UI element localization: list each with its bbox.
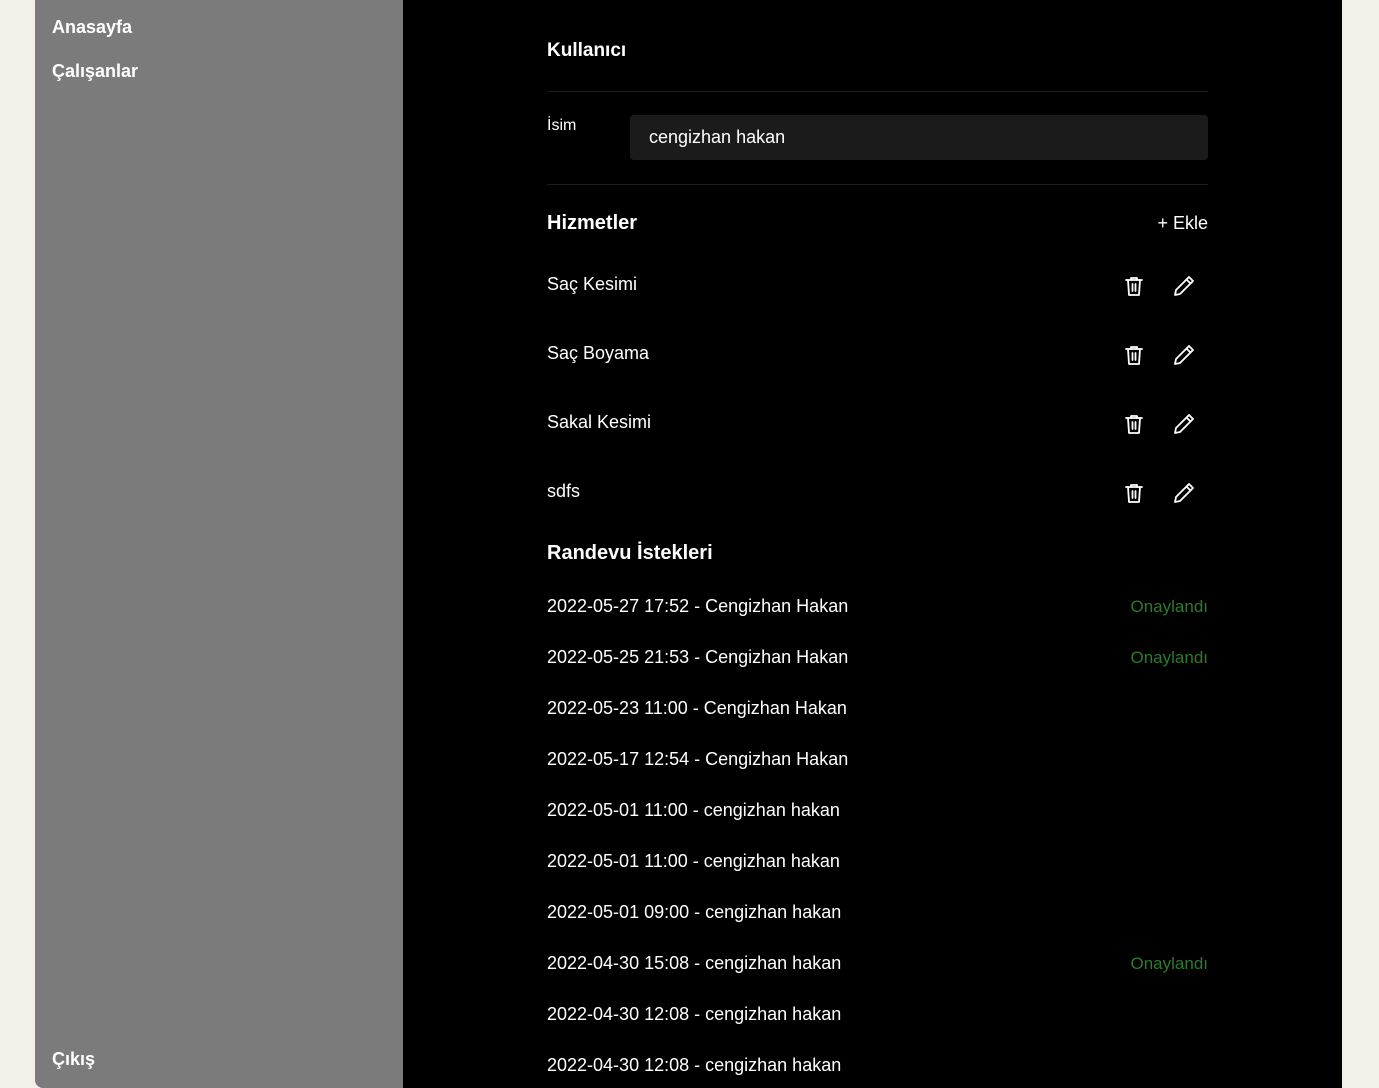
add-service-button[interactable]: + Ekle — [1157, 213, 1208, 234]
appointment-row[interactable]: 2022-05-27 17:52 - Cengizhan Hakan Onayla… — [547, 591, 1208, 621]
appointment-text: 2022-05-17 12:54 - Cengizhan Hakan — [547, 749, 849, 769]
appointment-text: 2022-05-01 11:00 - cengizhan hakan — [547, 851, 840, 871]
appointment-row[interactable]: 2022-04-30 15:08 - cengizhan hakan Onayla… — [547, 948, 1208, 978]
appointment-text: 2022-05-27 17:52 - Cengizhan Hakan — [547, 596, 849, 616]
name-field-label: İsim — [547, 117, 577, 134]
pencil-icon[interactable] — [1171, 272, 1197, 300]
trash-icon[interactable] — [1121, 341, 1147, 369]
status-badge: Onaylandı — [1130, 954, 1209, 973]
service-name: Saç Kesimi — [547, 274, 638, 294]
status-badge: Onaylandı — [1130, 648, 1209, 667]
trash-icon[interactable] — [1121, 479, 1147, 507]
service-row: Saç Kesimi — [547, 266, 1208, 306]
appointment-row[interactable]: 2022-05-25 21:53 - Cengizhan Hakan Onayla… — [547, 642, 1208, 672]
appointment-text: 2022-04-30 12:08 - cengizhan hakan — [547, 1055, 842, 1075]
service-name: Saç Boyama — [547, 343, 650, 363]
appointment-row[interactable]: 2022-04-30 12:08 - cengizhan hakan — [547, 999, 1208, 1029]
appointment-row[interactable]: 2022-05-01 11:00 - cengizhan hakan — [547, 846, 1208, 876]
name-input[interactable] — [630, 115, 1208, 160]
appointment-text: 2022-05-01 11:00 - cengizhan hakan — [547, 800, 840, 820]
appointment-row[interactable]: 2022-05-23 11:00 - Cengizhan Hakan — [547, 693, 1208, 723]
pencil-icon[interactable] — [1171, 410, 1197, 438]
appointment-requests-title: Randevu İstekleri — [547, 542, 713, 564]
appointment-text: 2022-05-01 09:00 - cengizhan hakan — [547, 902, 842, 922]
service-name: sdfs — [547, 481, 581, 501]
appointment-row[interactable]: 2022-05-17 12:54 - Cengizhan Hakan — [547, 744, 1208, 774]
service-name: Sakal Kesimi — [547, 412, 652, 432]
status-badge: Onaylandı — [1130, 597, 1209, 616]
appointment-text: 2022-04-30 12:08 - cengizhan hakan — [547, 1004, 842, 1024]
main-panel: Kullanıcı İsim Hizmetler + Ekle Saç Kesi… — [403, 0, 1342, 1088]
divider — [547, 184, 1208, 185]
app-window: Anasayfa Çalışanlar Çıkış Kullanıcı İsim… — [35, 0, 1342, 1088]
appointment-text: 2022-04-30 15:08 - cengizhan hakan — [547, 953, 842, 973]
appointment-row[interactable]: 2022-05-01 11:00 - cengizhan hakan — [547, 795, 1208, 825]
sidebar-item-employees[interactable]: Çalışanlar — [52, 61, 138, 82]
pencil-icon[interactable] — [1171, 341, 1197, 369]
divider — [547, 91, 1208, 92]
appointment-row[interactable]: 2022-04-30 12:08 - cengizhan hakan — [547, 1050, 1208, 1080]
trash-icon[interactable] — [1121, 410, 1147, 438]
appointment-row[interactable]: 2022-05-01 09:00 - cengizhan hakan — [547, 897, 1208, 927]
appointment-text: 2022-05-23 11:00 - Cengizhan Hakan — [547, 698, 847, 718]
trash-icon[interactable] — [1121, 272, 1147, 300]
appointment-text: 2022-05-25 21:53 - Cengizhan Hakan — [547, 647, 849, 667]
user-section-title: Kullanıcı — [547, 40, 627, 61]
sidebar-item-home[interactable]: Anasayfa — [52, 17, 132, 38]
service-row: Saç Boyama — [547, 335, 1208, 375]
services-title: Hizmetler — [547, 212, 638, 234]
sidebar: Anasayfa Çalışanlar Çıkış — [35, 0, 403, 1088]
service-row: sdfs — [547, 473, 1208, 513]
logout-button[interactable]: Çıkış — [52, 1049, 95, 1070]
service-row: Sakal Kesimi — [547, 404, 1208, 444]
pencil-icon[interactable] — [1171, 479, 1197, 507]
